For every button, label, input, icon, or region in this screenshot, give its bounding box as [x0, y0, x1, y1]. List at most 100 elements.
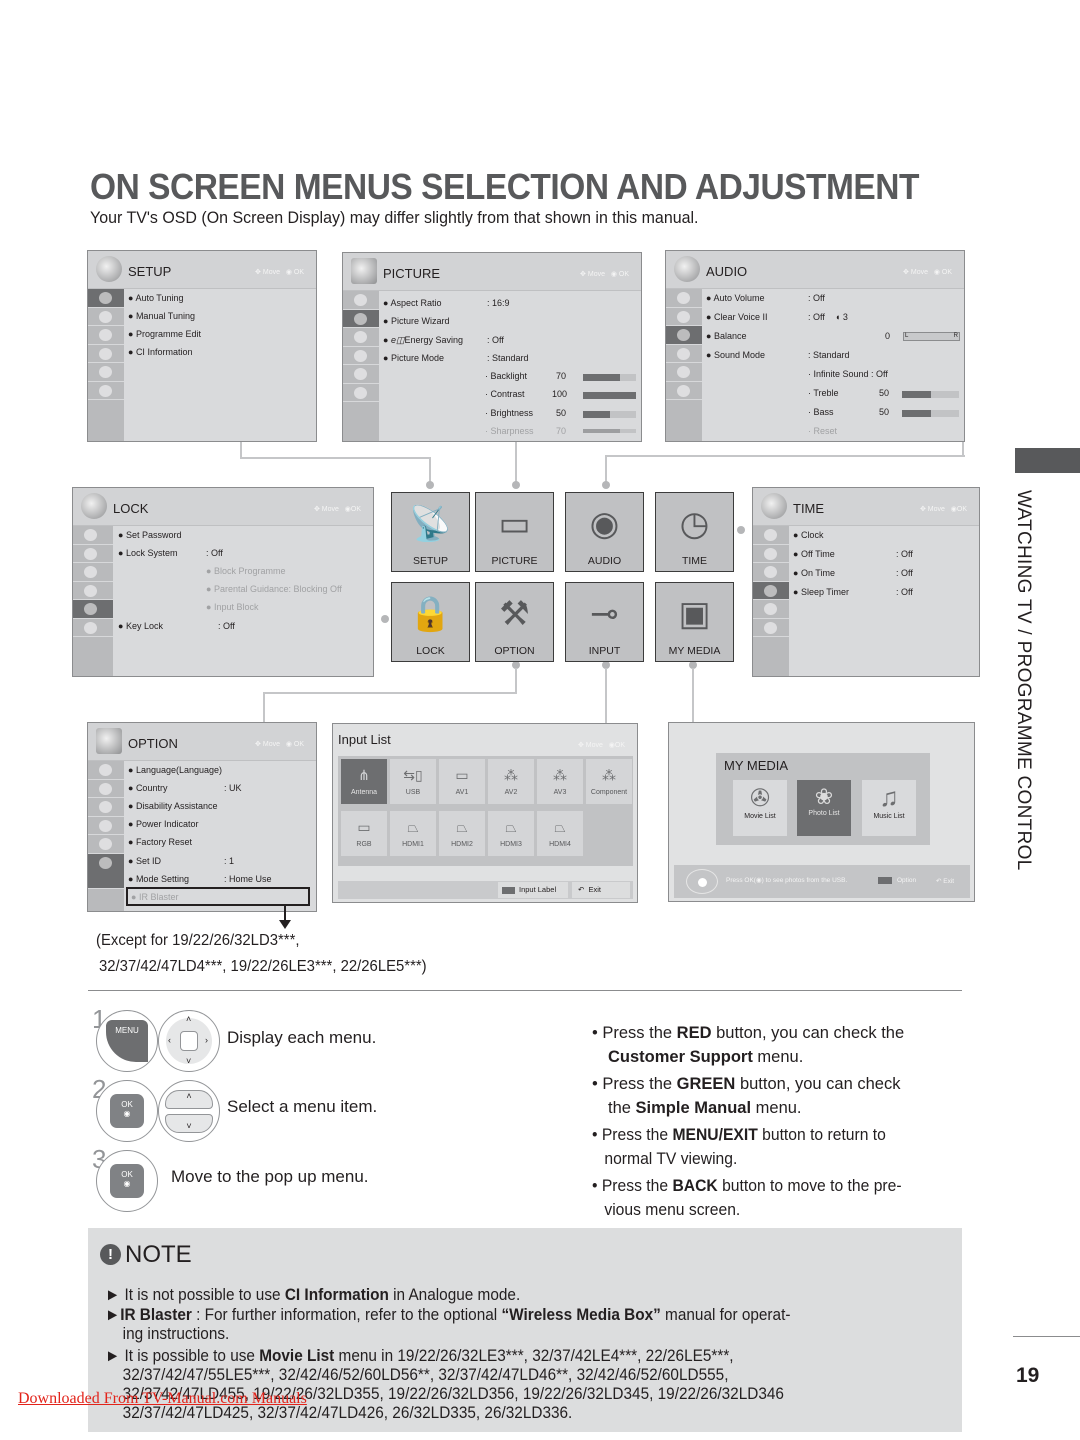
input-source-rgb[interactable]: ▭ RGB: [341, 811, 387, 856]
menu-tile-lock[interactable]: 🔒 LOCK: [391, 582, 470, 662]
sidebar-item-time[interactable]: [666, 345, 702, 363]
up-button[interactable]: ˄: [165, 1090, 213, 1109]
sidebar-item-lock[interactable]: [73, 600, 113, 619]
ok-button[interactable]: OK ◉: [110, 1164, 144, 1198]
menu-tile-option[interactable]: ⚒ OPTION: [475, 582, 554, 662]
sidebar-item-option[interactable]: [753, 619, 789, 637]
sidebar-item-option[interactable]: [88, 382, 124, 400]
menu-item[interactable]: ● Lock System: [118, 548, 177, 558]
exit-button[interactable]: ↶ Exit: [936, 877, 954, 885]
ok-button[interactable]: OK ◉: [110, 1094, 144, 1128]
sidebar-item-time[interactable]: [73, 582, 113, 600]
menu-button[interactable]: MENU: [106, 1020, 148, 1062]
menu-item[interactable]: ● Set ID: [128, 856, 161, 866]
sidebar-item-time[interactable]: [88, 345, 124, 363]
sidebar-item-time[interactable]: [88, 817, 124, 835]
sidebar-item-picture[interactable]: [666, 308, 702, 326]
submenu-item[interactable]: ● Block Programme: [206, 566, 285, 576]
menu-item[interactable]: ● Sound Mode: [706, 350, 765, 360]
sidebar-item-picture[interactable]: [73, 545, 113, 563]
photo-list-tile[interactable]: ❀ Photo List: [797, 780, 851, 836]
menu-item[interactable]: ● On Time: [793, 568, 835, 578]
input-source-antenna[interactable]: ⋔ Antenna: [341, 759, 387, 804]
menu-item[interactable]: ● Picture Mode: [383, 353, 444, 363]
input-source-hdmi1[interactable]: ⏢ HDMI1: [390, 811, 436, 856]
submenu-item[interactable]: · Bass: [808, 407, 834, 417]
submenu-item[interactable]: · Reset: [808, 426, 837, 436]
submenu-item[interactable]: · Brightness: [485, 408, 533, 418]
input-source-hdmi3[interactable]: ⏢ HDMI3: [488, 811, 534, 856]
input-source-av3[interactable]: ⁂ AV3: [537, 759, 583, 804]
sidebar-item-lock[interactable]: [343, 365, 379, 384]
sidebar-item-option[interactable]: [88, 853, 124, 889]
sidebar-item-time[interactable]: [343, 347, 379, 365]
sidebar-item-audio[interactable]: [753, 563, 789, 582]
download-source-link[interactable]: Downloaded From TV-Manual.com Manuals: [18, 1390, 307, 1408]
menu-item[interactable]: ● Mode Setting: [128, 874, 189, 884]
menu-tile-picture[interactable]: ▭ PICTURE: [475, 492, 554, 572]
menu-tile-input[interactable]: ⊸ INPUT: [565, 582, 644, 662]
treble-slider[interactable]: [902, 391, 959, 398]
menu-item[interactable]: ● Country: [128, 783, 167, 793]
sidebar-item-setup[interactable]: [666, 289, 702, 308]
sidebar-item-time[interactable]: [753, 581, 789, 600]
exit-button[interactable]: ↶ Exit: [572, 882, 630, 898]
sidebar-item-option[interactable]: [73, 619, 113, 637]
balance-slider[interactable]: LR: [903, 332, 960, 341]
submenu-item[interactable]: · Treble: [808, 388, 839, 398]
menu-item[interactable]: ● Programme Edit: [128, 329, 201, 339]
menu-item[interactable]: ● Set Password: [118, 530, 181, 540]
submenu-item[interactable]: · Backlight: [485, 371, 527, 381]
menu-item[interactable]: ● Power Indicator: [128, 819, 198, 829]
submenu-item[interactable]: · Sharpness: [485, 426, 534, 436]
menu-item[interactable]: ● Auto Tuning: [128, 293, 184, 303]
menu-item[interactable]: ● Picture Wizard: [383, 316, 449, 326]
sidebar-item-setup[interactable]: [343, 291, 379, 310]
input-source-av2[interactable]: ⁂ AV2: [488, 759, 534, 804]
sidebar-item-setup[interactable]: [73, 526, 113, 545]
sidebar-item-audio[interactable]: [88, 798, 124, 817]
sidebar-item-picture[interactable]: [343, 309, 379, 328]
menu-item[interactable]: ● Off Time: [793, 549, 835, 559]
menu-tile-audio[interactable]: ◉ AUDIO: [565, 492, 644, 572]
menu-item[interactable]: ● Language(Language): [128, 765, 222, 775]
sidebar-item-lock[interactable]: [88, 835, 124, 854]
sidebar-item-lock[interactable]: [753, 600, 789, 619]
sidebar-item-picture[interactable]: [88, 308, 124, 326]
sidebar-item-setup[interactable]: [88, 289, 124, 308]
menu-item[interactable]: ● CI Information: [128, 347, 192, 357]
menu-item[interactable]: ● Key Lock: [118, 621, 163, 631]
sidebar-item-picture[interactable]: [88, 780, 124, 798]
menu-tile-my-media[interactable]: ▣ MY MEDIA: [655, 582, 734, 662]
input-source-hdmi4[interactable]: ⏢ HDMI4: [537, 811, 583, 856]
submenu-item[interactable]: ● Parental Guidance: Blocking Off: [206, 584, 342, 594]
down-button[interactable]: ˅: [165, 1114, 213, 1133]
menu-item[interactable]: ● Clear Voice II: [706, 312, 767, 322]
input-source-hdmi2[interactable]: ⏢ HDMI2: [439, 811, 485, 856]
sidebar-item-setup[interactable]: [88, 761, 124, 780]
option-button[interactable]: Option: [878, 877, 916, 884]
sidebar-item-option[interactable]: [666, 382, 702, 400]
menu-item[interactable]: ● Sleep Timer: [793, 587, 849, 597]
backlight-slider[interactable]: [583, 374, 636, 381]
contrast-slider[interactable]: [583, 392, 636, 399]
bass-slider[interactable]: [902, 410, 959, 417]
sidebar-item-option[interactable]: [343, 384, 379, 402]
sidebar-item-audio[interactable]: [343, 328, 379, 347]
sidebar-item-audio[interactable]: [88, 326, 124, 345]
menu-item[interactable]: ● Aspect Ratio: [383, 298, 441, 308]
menu-tile-time[interactable]: ◷ TIME: [655, 492, 734, 572]
sidebar-item-lock[interactable]: [88, 363, 124, 382]
menu-item[interactable]: ● Factory Reset: [128, 837, 192, 847]
brightness-slider[interactable]: [583, 411, 636, 418]
sidebar-item-setup[interactable]: [753, 526, 789, 545]
music-list-tile[interactable]: ♫ Music List: [862, 780, 916, 836]
submenu-item[interactable]: · Contrast: [485, 389, 525, 399]
menu-item[interactable]: ● Clock: [793, 530, 823, 540]
input-label-button[interactable]: Input Label: [498, 882, 568, 898]
sidebar-item-picture[interactable]: [753, 545, 789, 563]
menu-item[interactable]: ● e◫Energy Saving: [383, 335, 463, 346]
sharpness-slider[interactable]: [583, 429, 636, 433]
sidebar-item-lock[interactable]: [666, 363, 702, 382]
dpad-center[interactable]: [180, 1031, 198, 1051]
